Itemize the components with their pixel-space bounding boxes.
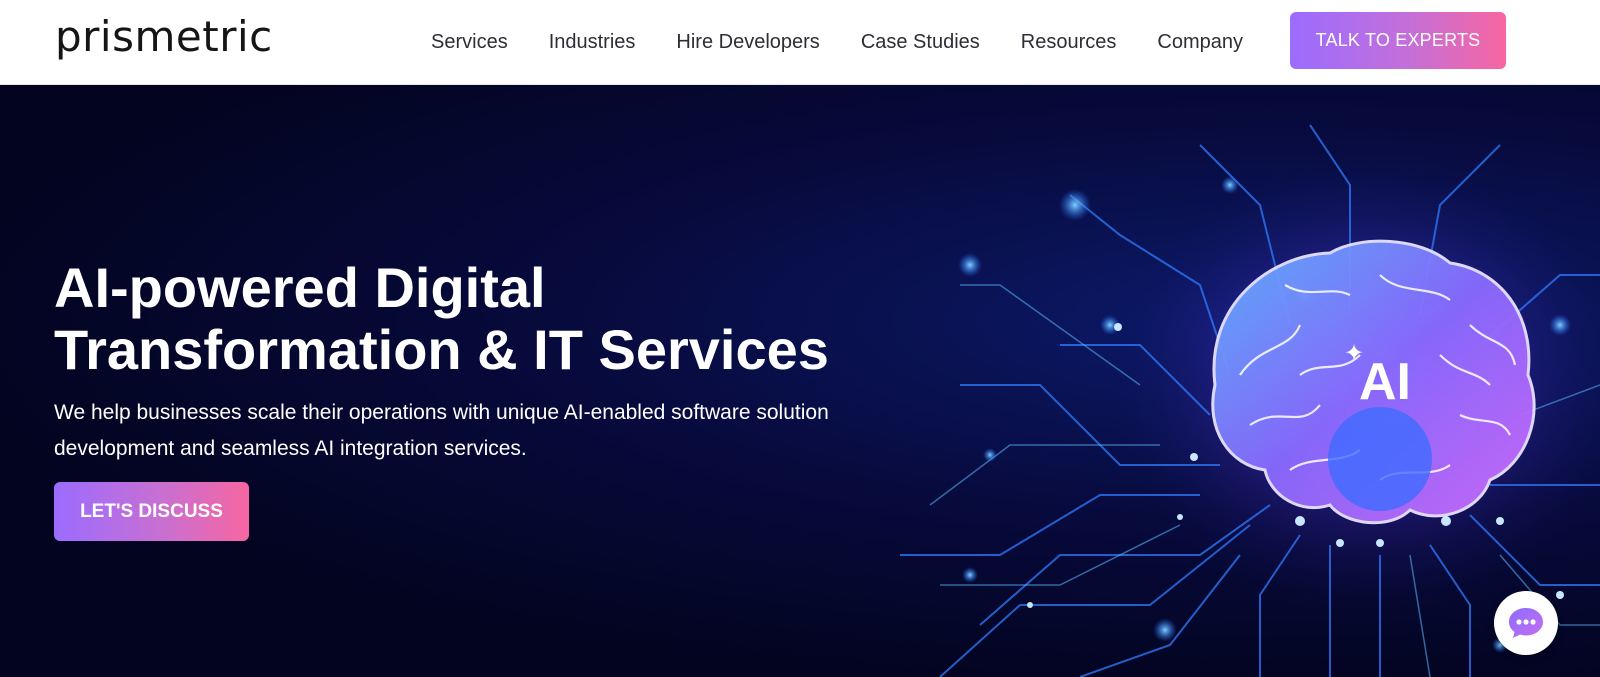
sparkle-icon: ✦ (1344, 339, 1365, 367)
hero-title: AI-powered Digital Transformation & IT S… (54, 257, 914, 381)
site-header: prismetric Services Industries Hire Deve… (0, 0, 1600, 85)
hero-subtitle: We help businesses scale their operation… (54, 401, 829, 460)
nav-company[interactable]: Company (1157, 31, 1243, 54)
nav-resources[interactable]: Resources (1021, 31, 1117, 54)
prismetric-logo[interactable]: prismetric (55, 12, 273, 61)
talk-to-experts-button[interactable]: TALK TO EXPERTS (1290, 12, 1506, 69)
ai-badge: ✦ AI (1328, 323, 1432, 427)
nav-case-studies[interactable]: Case Studies (861, 31, 980, 54)
ai-badge-label: AI (1359, 353, 1411, 411)
chat-bubble-icon (1509, 608, 1543, 638)
main-nav: Services Industries Hire Developers Case… (431, 0, 1284, 85)
lets-discuss-button[interactable]: LET'S DISCUSS (54, 482, 249, 541)
hero-section: ✦ AI AI-powered Digital Transformation &… (0, 85, 1600, 677)
chat-launcher-button[interactable] (1494, 591, 1558, 655)
nav-industries[interactable]: Industries (549, 31, 636, 54)
nav-services[interactable]: Services (431, 31, 508, 54)
nav-hire-developers[interactable]: Hire Developers (676, 31, 819, 54)
hero-title-line-1: AI-powered Digital (54, 256, 546, 319)
hero-title-line-2: Transformation & IT Services (54, 318, 829, 381)
